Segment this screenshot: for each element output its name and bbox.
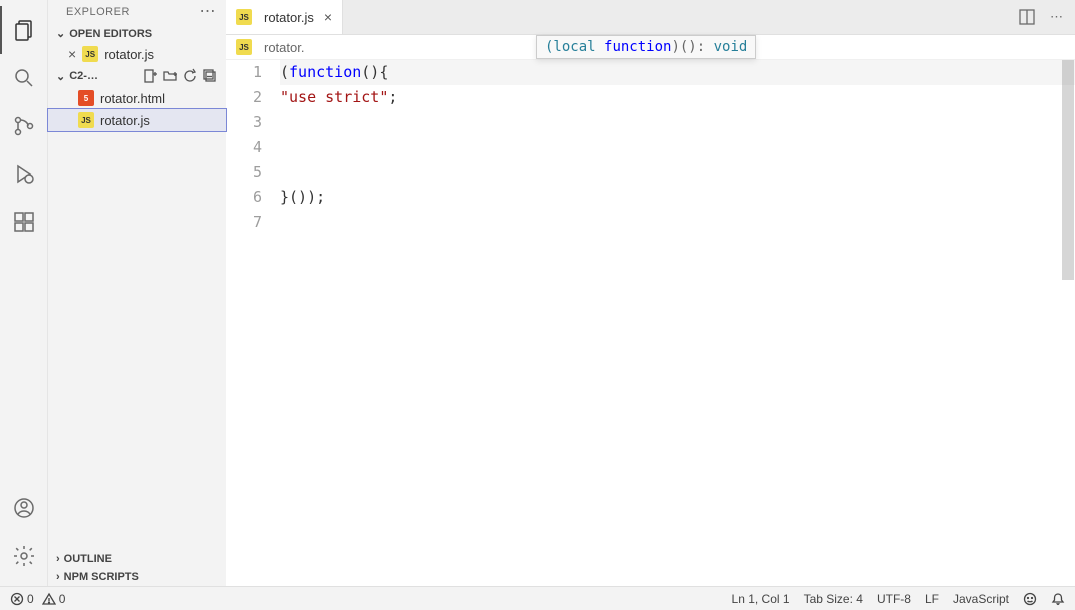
- tree-item-html[interactable]: 5 rotator.html: [48, 87, 226, 109]
- code-line[interactable]: "use strict";: [280, 85, 1075, 110]
- tooltip-function: function: [604, 39, 671, 55]
- tab-label: rotator.js: [264, 10, 314, 25]
- collapse-all-icon[interactable]: [202, 68, 218, 84]
- refresh-icon[interactable]: [182, 68, 198, 84]
- tab-bar-actions: ⋯: [1014, 0, 1075, 34]
- status-tabsize[interactable]: Tab Size: 4: [804, 592, 863, 606]
- code-token: "use strict": [280, 88, 388, 106]
- status-language[interactable]: JavaScript: [953, 592, 1009, 606]
- tooltip-after: )():: [671, 39, 713, 55]
- outline-label: OUTLINE: [64, 553, 112, 565]
- open-editors-section[interactable]: ⌄ OPEN EDITORS: [48, 24, 226, 43]
- code-line[interactable]: [280, 135, 1075, 160]
- line-number: 4: [226, 135, 262, 160]
- js-file-icon: JS: [236, 39, 252, 55]
- line-number: 1: [226, 60, 262, 85]
- code-line[interactable]: [280, 210, 1075, 235]
- status-errors[interactable]: 0: [10, 592, 34, 606]
- scrollbar-thumb[interactable]: [1062, 60, 1074, 280]
- tab-bar: JS rotator.js × ⋯: [226, 0, 1075, 35]
- extensions-icon[interactable]: [0, 198, 48, 246]
- new-file-icon[interactable]: [142, 68, 158, 84]
- explorer-icon[interactable]: [0, 6, 48, 54]
- sidebar-bottom: › OUTLINE › NPM SCRIPTS: [48, 550, 226, 586]
- chevron-down-icon: ⌄: [56, 27, 65, 40]
- code-token: function: [289, 63, 361, 81]
- js-file-icon: JS: [82, 46, 98, 62]
- line-number: 7: [226, 210, 262, 235]
- search-icon[interactable]: [0, 54, 48, 102]
- code-lines[interactable]: (function(){ "use strict"; }());: [280, 60, 1075, 586]
- split-editor-icon[interactable]: [1014, 4, 1040, 30]
- tooltip-void: void: [714, 39, 748, 55]
- status-lncol[interactable]: Ln 1, Col 1: [732, 592, 790, 606]
- breadcrumb-file: rotator.: [264, 40, 304, 55]
- editor-area: JS rotator.js × ⋯ JS rotator. (local fun…: [226, 0, 1075, 586]
- code-line[interactable]: (function(){: [280, 60, 1075, 85]
- open-editors-label: OPEN EDITORS: [69, 28, 152, 40]
- open-editor-item[interactable]: × JS rotator.js: [48, 43, 226, 65]
- settings-gear-icon[interactable]: [0, 532, 48, 580]
- code-token: ;: [388, 88, 397, 106]
- bell-icon[interactable]: [1051, 592, 1065, 606]
- activity-bar: [0, 0, 48, 586]
- chevron-right-icon: ›: [56, 553, 60, 565]
- line-number: 6: [226, 185, 262, 210]
- line-number: 5: [226, 160, 262, 185]
- scrollbar-v[interactable]: [1061, 60, 1075, 586]
- code-token: (){: [361, 63, 388, 81]
- tree-item-js[interactable]: JS rotator.js: [48, 109, 226, 131]
- code-token: }());: [280, 188, 325, 206]
- chevron-right-icon: ›: [56, 571, 60, 583]
- new-folder-icon[interactable]: [162, 68, 178, 84]
- line-number: 3: [226, 110, 262, 135]
- html-file-icon: 5: [78, 90, 94, 106]
- code-line[interactable]: [280, 160, 1075, 185]
- sidebar-header: EXPLORER ⋯: [48, 0, 226, 24]
- close-icon[interactable]: ×: [68, 46, 76, 62]
- main-area: EXPLORER ⋯ ⌄ OPEN EDITORS × JS rotator.j…: [0, 0, 1075, 586]
- open-editor-filename: rotator.js: [104, 47, 154, 62]
- hover-tooltip: (local function)(): void: [536, 35, 756, 59]
- code-area[interactable]: 1234567 (function(){ "use strict"; }());: [226, 60, 1075, 586]
- tree-filename: rotator.js: [100, 113, 150, 128]
- folder-label: C2-…: [69, 70, 98, 82]
- activity-bottom: [0, 484, 48, 580]
- feedback-icon[interactable]: [1023, 592, 1037, 606]
- sidebar: EXPLORER ⋯ ⌄ OPEN EDITORS × JS rotator.j…: [48, 0, 226, 586]
- js-file-icon: JS: [236, 9, 252, 25]
- line-number: 2: [226, 85, 262, 110]
- status-left: 0 0: [10, 592, 65, 606]
- status-eol[interactable]: LF: [925, 592, 939, 606]
- line-gutter: 1234567: [226, 60, 280, 586]
- breadcrumb[interactable]: JS rotator. (local function)(): void: [226, 35, 1075, 60]
- npm-scripts-label: NPM SCRIPTS: [64, 571, 139, 583]
- close-icon[interactable]: ×: [324, 9, 332, 25]
- code-line[interactable]: [280, 110, 1075, 135]
- sidebar-more-icon[interactable]: ⋯: [200, 7, 217, 17]
- status-encoding[interactable]: UTF-8: [877, 592, 911, 606]
- npm-scripts-section[interactable]: › NPM SCRIPTS: [48, 568, 226, 586]
- js-file-icon: JS: [78, 112, 94, 128]
- chevron-down-icon: ⌄: [56, 70, 65, 83]
- folder-actions: [142, 68, 218, 84]
- code-token: (: [280, 63, 289, 81]
- errors-count: 0: [27, 592, 34, 606]
- run-debug-icon[interactable]: [0, 150, 48, 198]
- warnings-count: 0: [59, 592, 66, 606]
- status-warnings[interactable]: 0: [42, 592, 66, 606]
- accounts-icon[interactable]: [0, 484, 48, 532]
- status-right: Ln 1, Col 1 Tab Size: 4 UTF-8 LF JavaScr…: [732, 592, 1065, 606]
- code-line[interactable]: }());: [280, 185, 1075, 210]
- tooltip-local: (local: [545, 39, 604, 55]
- status-bar: 0 0 Ln 1, Col 1 Tab Size: 4 UTF-8 LF Jav…: [0, 586, 1075, 610]
- sidebar-title: EXPLORER: [66, 6, 130, 18]
- outline-section[interactable]: › OUTLINE: [48, 550, 226, 568]
- more-actions-icon[interactable]: ⋯: [1046, 5, 1067, 29]
- tree-filename: rotator.html: [100, 91, 165, 106]
- tab-rotator-js[interactable]: JS rotator.js ×: [226, 0, 343, 34]
- source-control-icon[interactable]: [0, 102, 48, 150]
- folder-section[interactable]: ⌄ C2-…: [48, 65, 226, 87]
